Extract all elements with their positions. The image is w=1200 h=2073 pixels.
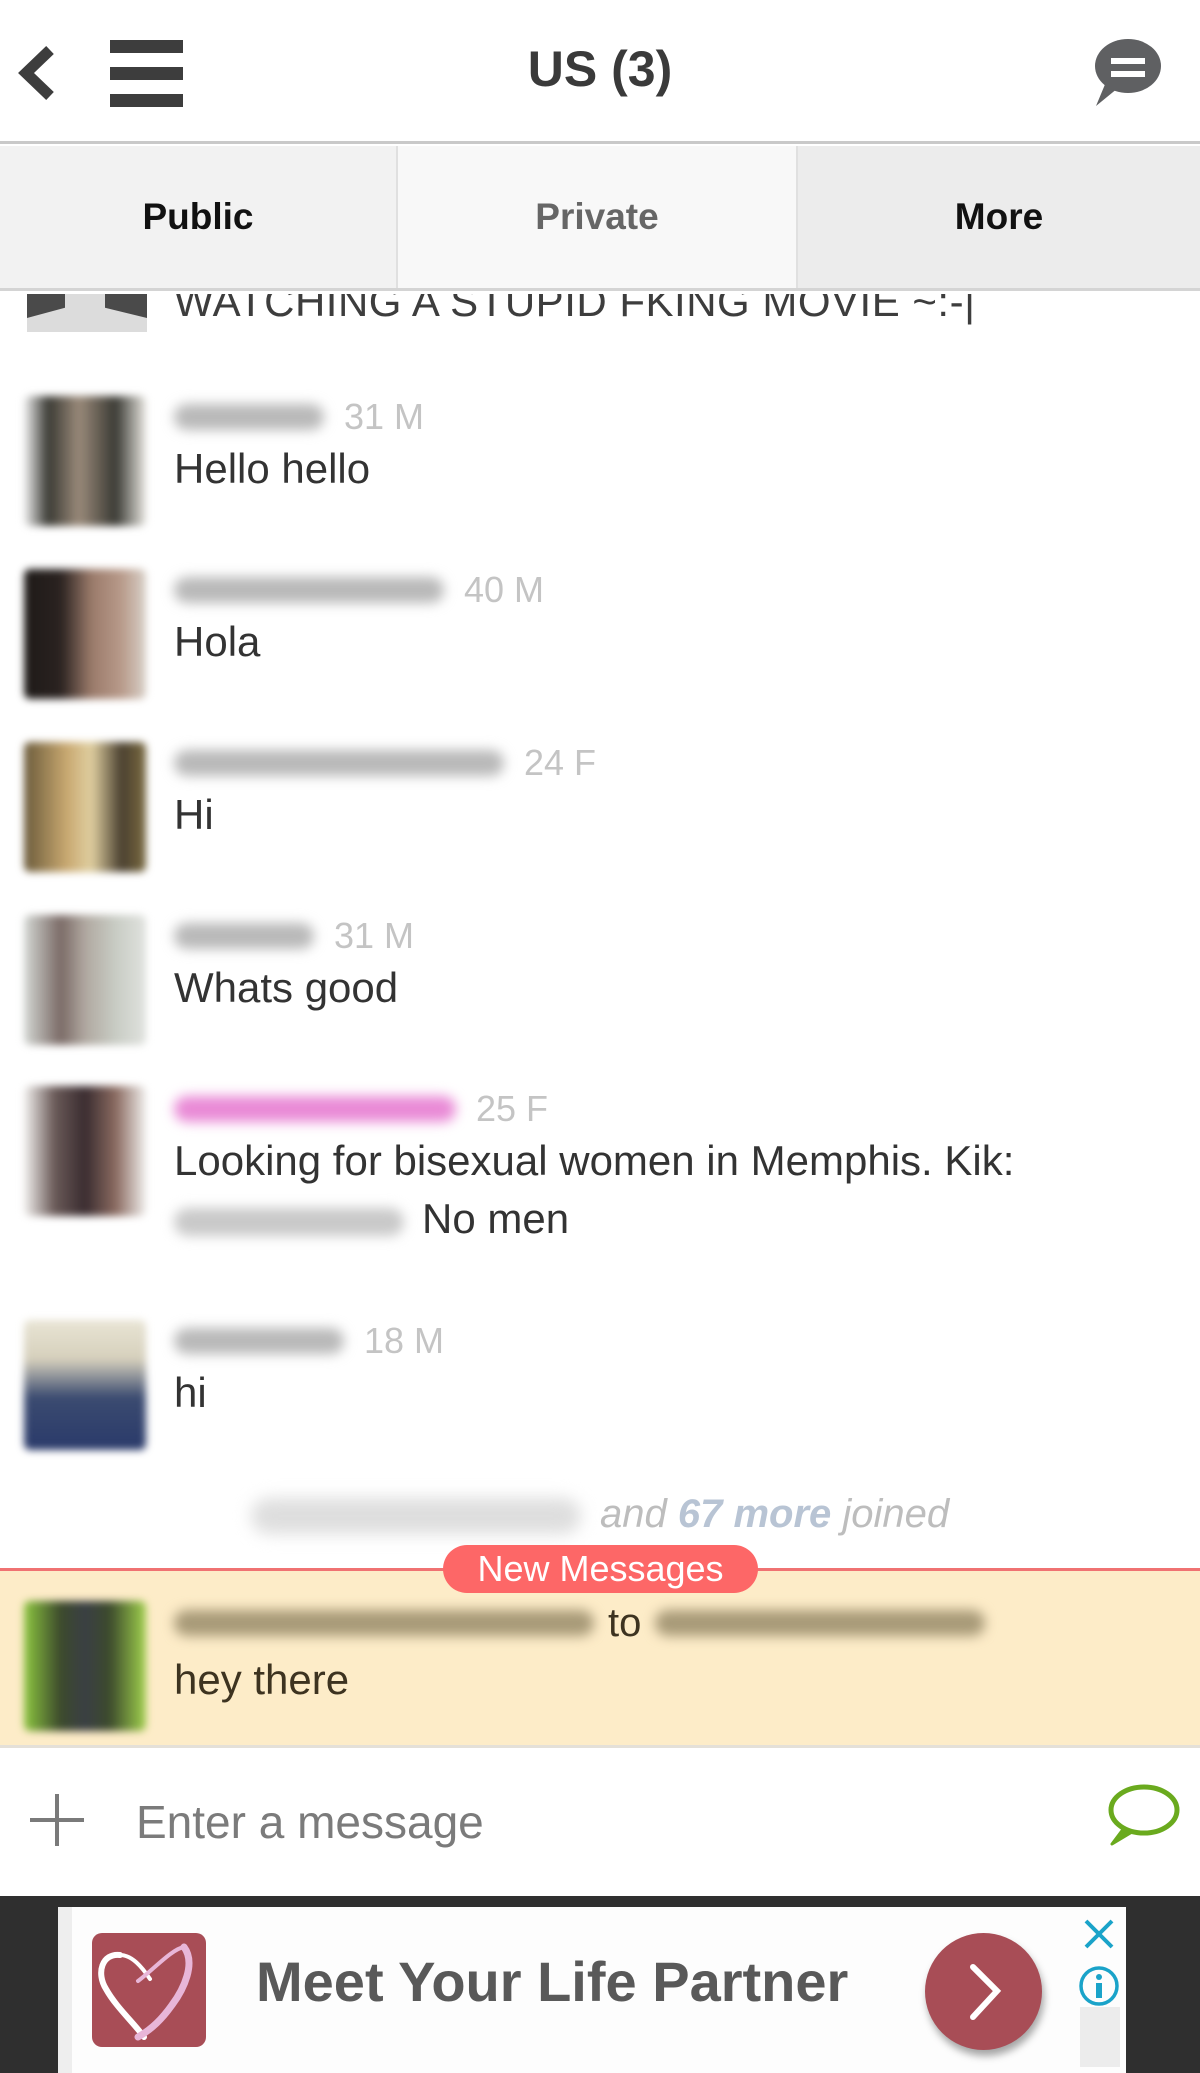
message-body: 25 F Looking for bisexual women in Memph… (174, 1086, 1170, 1248)
message-meta: 31 M (174, 394, 1170, 440)
chat-bubble-icon (1095, 39, 1161, 106)
message-text: hey there (174, 1656, 350, 1703)
ad-info-button[interactable] (1078, 1965, 1120, 2007)
message-text: Hola (174, 618, 261, 665)
message-input[interactable] (136, 1782, 1056, 1862)
chat-list-button[interactable] (1090, 38, 1162, 110)
avatar[interactable] (27, 294, 147, 332)
message-meta: 25 F (174, 1086, 1170, 1132)
message-text: hi (174, 1369, 207, 1416)
joined-suffix: joined (842, 1492, 950, 1536)
message-list[interactable]: WATCHING A STUPID FKING MOVIE ~:-| 31 M … (0, 294, 1200, 1570)
attach-button[interactable] (30, 1794, 84, 1848)
message-body: 24 F Hi (174, 740, 1170, 844)
heart-logo-icon (98, 1943, 193, 2041)
joined-notice: and 67 more joined (0, 1492, 1200, 1552)
message-text-line: Looking for bisexual women in Memphis. K… (174, 1137, 1015, 1184)
message-meta: to (174, 1595, 999, 1651)
age-sex-label: 31 M (344, 396, 425, 437)
message-meta: 31 M (174, 913, 1170, 959)
message-text: Looking for bisexual women in Memphis. K… (174, 1132, 1170, 1248)
kik-handle-blurred (174, 1207, 404, 1236)
default-avatar-shape (27, 294, 65, 318)
username-blurred[interactable] (174, 404, 324, 430)
message-body: 18 M hi (174, 1318, 1170, 1422)
new-messages-section: New Messages to hey there (0, 1545, 1200, 1748)
joined-prefix: and (599, 1492, 667, 1536)
avatar[interactable] (24, 915, 146, 1045)
joined-usernames-blurred (250, 1498, 581, 1535)
ad-banner-container: Meet Your Life Partner (0, 1896, 1200, 2073)
age-sex-label: 31 M (334, 915, 415, 956)
avatar[interactable] (24, 569, 146, 699)
ad-logo (92, 1933, 206, 2047)
message-text: Hello hello (174, 445, 371, 492)
close-icon (1084, 1919, 1114, 1949)
message-body: 31 M Hello hello (174, 394, 1170, 498)
new-messages-badge[interactable]: New Messages (443, 1545, 758, 1593)
message-text: Whats good (174, 964, 399, 1011)
message-text-suffix: No men (422, 1195, 570, 1242)
message-meta: 24 F (174, 740, 1170, 786)
message-body: 40 M Hola (174, 567, 1170, 671)
message-composer (0, 1750, 1200, 1896)
ad-headline[interactable]: Meet Your Life Partner (256, 1949, 848, 2014)
avatar[interactable] (24, 1601, 146, 1731)
age-sex-label: 25 F (476, 1088, 549, 1129)
avatar[interactable] (24, 1320, 146, 1450)
age-sex-label: 40 M (464, 569, 545, 610)
username-blurred[interactable] (174, 577, 444, 603)
username-blurred[interactable] (174, 923, 314, 949)
username-blurred[interactable] (174, 750, 504, 776)
age-sex-label: 18 M (364, 1320, 445, 1361)
age-sex-label: 24 F (524, 742, 597, 783)
ad-cta-button[interactable] (925, 1933, 1042, 2050)
list-item: WATCHING A STUPID FKING MOVIE ~:-| (0, 294, 1200, 344)
recipient-connector: to (608, 1600, 642, 1645)
tab-public[interactable]: Public (0, 146, 398, 288)
app-header: US (3) (0, 0, 1200, 144)
tab-private[interactable]: Private (398, 146, 798, 288)
ad-close-button[interactable] (1082, 1917, 1116, 1951)
tab-more[interactable]: More (798, 146, 1200, 288)
username-blurred[interactable] (174, 1096, 456, 1122)
default-avatar-shape (105, 294, 147, 318)
avatar[interactable] (24, 396, 146, 526)
recipient-username-blurred[interactable] (655, 1610, 986, 1636)
speech-bubble-outline-icon (1108, 1784, 1180, 1846)
message-text: Hi (174, 791, 214, 838)
message-body: 31 M Whats good (174, 913, 1170, 1017)
message-body: to hey there (174, 1595, 999, 1709)
avatar[interactable] (24, 1086, 146, 1216)
info-icon (1079, 1966, 1119, 2006)
chevron-right-icon (970, 1964, 1002, 2020)
ad-side-panel (1080, 2007, 1120, 2067)
message-meta: 18 M (174, 1318, 1170, 1364)
send-button[interactable] (1100, 1782, 1182, 1854)
message-meta: 40 M (174, 567, 1170, 613)
username-blurred[interactable] (174, 1328, 344, 1354)
chat-tabs: Public Private More (0, 146, 1200, 291)
message-text: WATCHING A STUPID FKING MOVIE ~:-| (174, 294, 976, 325)
page-title: US (3) (527, 41, 673, 97)
joined-more-link[interactable]: 67 more (678, 1492, 831, 1536)
avatar[interactable] (24, 742, 146, 872)
ad-banner[interactable]: Meet Your Life Partner (58, 1907, 1126, 2073)
sender-username-blurred[interactable] (174, 1610, 594, 1636)
message-text-line: No men (174, 1190, 1170, 1248)
